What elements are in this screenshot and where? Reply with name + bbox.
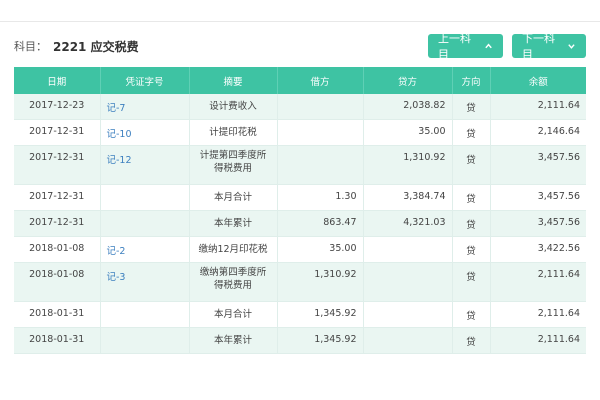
debit-cell	[277, 145, 364, 185]
summary-cell: 缴纳12月印花税	[189, 236, 278, 263]
balance-cell: 2,111.64	[490, 94, 586, 120]
balance-cell: 2,111.64	[490, 301, 586, 328]
voucher-link[interactable]: 记-2	[100, 236, 190, 263]
debit-cell: 35.00	[277, 236, 364, 263]
summary-cell: 本年累计	[189, 210, 278, 237]
voucher-link[interactable]	[100, 210, 190, 237]
subject-label: 科目：	[14, 40, 47, 53]
date-cell: 2018-01-31	[14, 327, 101, 354]
direction-cell: 贷	[452, 236, 491, 263]
balance-cell: 3,457.56	[490, 145, 586, 185]
voucher-link[interactable]	[100, 184, 190, 211]
chevron-up-icon	[485, 43, 492, 49]
direction-cell: 贷	[452, 94, 491, 120]
column-header-balance: 余额	[490, 67, 586, 94]
subject-bar: 科目： 2221 应交税费 上一科目 下一科目	[14, 32, 586, 61]
next-subject-button[interactable]: 下一科目	[512, 32, 586, 61]
table-header-row: 日期 凭证字号 摘要 借方 贷方 方向 余额	[14, 67, 586, 94]
column-header-debit: 借方	[277, 67, 364, 94]
chevron-down-icon	[568, 44, 575, 49]
next-subject-label: 下一科目	[522, 32, 555, 61]
summary-cell: 计提第四季度所得税费用	[189, 145, 278, 185]
date-cell: 2018-01-08	[14, 262, 101, 302]
direction-cell: 贷	[452, 262, 491, 302]
debit-cell: 863.47	[277, 210, 364, 237]
table-row: 2017-12-31 本年累计 863.47 4,321.03 贷 3,457.…	[14, 210, 586, 237]
voucher-link[interactable]: 记-7	[100, 94, 190, 120]
table-row: 2018-01-08 记-2 缴纳12月印花税 35.00 贷 3,422.56	[14, 236, 586, 263]
summary-cell: 本年累计	[189, 327, 278, 354]
column-header-voucher: 凭证字号	[100, 67, 190, 94]
voucher-link[interactable]: 记-12	[100, 145, 190, 185]
credit-cell: 4,321.03	[363, 210, 453, 237]
debit-cell: 1.30	[277, 184, 364, 211]
direction-cell: 贷	[452, 145, 491, 185]
column-header-credit: 贷方	[363, 67, 453, 94]
summary-cell: 缴纳第四季度所得税费用	[189, 262, 278, 302]
direction-cell: 贷	[452, 301, 491, 328]
credit-cell	[363, 301, 453, 328]
date-cell: 2018-01-31	[14, 301, 101, 328]
ledger-table-container: 日期 凭证字号 摘要 借方 贷方 方向 余额 2017-12-23 记-7 设计…	[14, 67, 586, 354]
debit-cell: 1,310.92	[277, 262, 364, 302]
table-row: 2018-01-31 本月合计 1,345.92 贷 2,111.64	[14, 301, 586, 328]
credit-cell	[363, 236, 453, 263]
column-header-summary: 摘要	[189, 67, 278, 94]
table-row: 2018-01-31 本年累计 1,345.92 贷 2,111.64	[14, 327, 586, 354]
summary-cell: 本月合计	[189, 301, 278, 328]
direction-cell: 贷	[452, 119, 491, 146]
date-cell: 2017-12-23	[14, 94, 101, 120]
prev-subject-button[interactable]: 上一科目	[428, 32, 503, 61]
direction-cell: 贷	[452, 184, 491, 211]
top-divider	[0, 21, 600, 22]
voucher-link[interactable]: 记-10	[100, 119, 190, 146]
date-cell: 2017-12-31	[14, 119, 101, 146]
voucher-link[interactable]: 记-3	[100, 262, 190, 302]
table-row: 2017-12-31 本月合计 1.30 3,384.74 贷 3,457.56	[14, 184, 586, 211]
balance-cell: 2,146.64	[490, 119, 586, 146]
table-row: 2017-12-31 记-12 计提第四季度所得税费用 1,310.92 贷 3…	[14, 145, 586, 185]
date-cell: 2017-12-31	[14, 210, 101, 237]
credit-cell: 35.00	[363, 119, 453, 146]
credit-cell	[363, 327, 453, 354]
debit-cell	[277, 94, 364, 120]
credit-cell: 2,038.82	[363, 94, 453, 120]
prev-subject-label: 上一科目	[438, 32, 471, 61]
summary-cell: 设计费收入	[189, 94, 278, 120]
balance-cell: 3,457.56	[490, 210, 586, 237]
direction-cell: 贷	[452, 327, 491, 354]
summary-cell: 计提印花税	[189, 119, 278, 146]
column-header-direction: 方向	[452, 67, 491, 94]
table-row: 2018-01-08 记-3 缴纳第四季度所得税费用 1,310.92 贷 2,…	[14, 262, 586, 302]
summary-cell: 本月合计	[189, 184, 278, 211]
debit-cell	[277, 119, 364, 146]
table-row: 2017-12-31 记-10 计提印花税 35.00 贷 2,146.64	[14, 119, 586, 146]
credit-cell: 3,384.74	[363, 184, 453, 211]
date-cell: 2017-12-31	[14, 184, 101, 211]
debit-cell: 1,345.92	[277, 327, 364, 354]
table-row: 2017-12-23 记-7 设计费收入 2,038.82 贷 2,111.64	[14, 94, 586, 120]
balance-cell: 3,422.56	[490, 236, 586, 263]
debit-cell: 1,345.92	[277, 301, 364, 328]
voucher-link[interactable]	[100, 327, 190, 354]
column-header-date: 日期	[14, 67, 101, 94]
balance-cell: 2,111.64	[490, 327, 586, 354]
date-cell: 2018-01-08	[14, 236, 101, 263]
credit-cell	[363, 262, 453, 302]
voucher-link[interactable]	[100, 301, 190, 328]
credit-cell: 1,310.92	[363, 145, 453, 185]
balance-cell: 3,457.56	[490, 184, 586, 211]
direction-cell: 贷	[452, 210, 491, 237]
subject-nav: 上一科目 下一科目	[428, 32, 586, 61]
date-cell: 2017-12-31	[14, 145, 101, 185]
ledger-table: 日期 凭证字号 摘要 借方 贷方 方向 余额 2017-12-23 记-7 设计…	[14, 67, 586, 354]
balance-cell: 2,111.64	[490, 262, 586, 302]
subject-value: 2221 应交税费	[53, 39, 139, 54]
